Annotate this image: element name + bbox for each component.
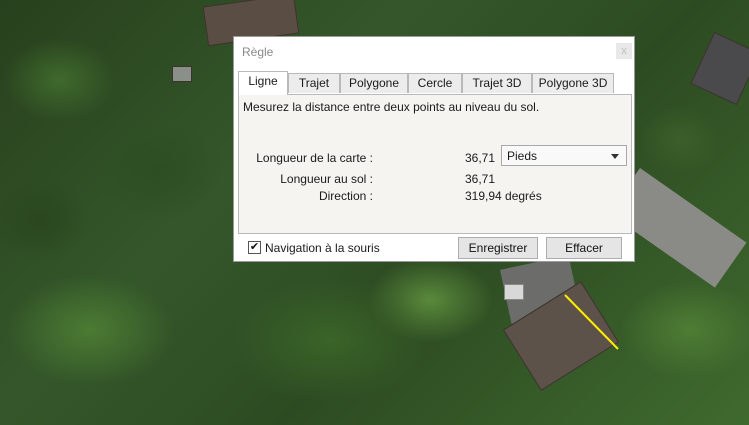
direction-label: Direction : <box>318 189 373 203</box>
ground-length-value: 36,71 <box>464 172 495 186</box>
direction-value: 319,94 degrés <box>465 189 542 203</box>
navigation-checkbox[interactable]: ✔ <box>248 241 261 254</box>
dialog-title: Règle <box>242 45 274 59</box>
title-bar[interactable]: Règle x <box>234 37 634 67</box>
unit-select[interactable]: Pieds <box>501 145 627 166</box>
navigation-label[interactable]: Navigation à la souris <box>265 241 380 255</box>
ligne-panel: Mesurez la distance entre deux points au… <box>238 94 632 234</box>
tab-polygone[interactable]: Polygone <box>340 73 408 93</box>
clear-button[interactable]: Effacer <box>546 237 622 259</box>
map-length-value: 36,71 <box>464 151 495 165</box>
ruler-dialog: Règle x Ligne Trajet Polygone Cercle Tra… <box>233 36 635 262</box>
tab-polygone-3d[interactable]: Polygone 3D <box>532 73 614 93</box>
tab-ligne[interactable]: Ligne <box>238 71 288 95</box>
description-text: Mesurez la distance entre deux points au… <box>243 100 540 114</box>
measure-segment <box>564 294 619 350</box>
chevron-down-icon <box>611 154 619 159</box>
tab-trajet-3d[interactable]: Trajet 3D <box>462 73 532 93</box>
tab-cercle[interactable]: Cercle <box>408 73 462 93</box>
map-length-label: Longueur de la carte : <box>256 151 373 165</box>
tab-trajet[interactable]: Trajet <box>288 73 340 93</box>
save-button[interactable]: Enregistrer <box>458 237 538 259</box>
ground-length-label: Longueur au sol : <box>280 172 373 186</box>
dialog-footer: ✔ Navigation à la souris Enregistrer Eff… <box>234 236 634 262</box>
unit-select-value: Pieds <box>507 149 538 163</box>
close-icon[interactable]: x <box>616 43 632 59</box>
